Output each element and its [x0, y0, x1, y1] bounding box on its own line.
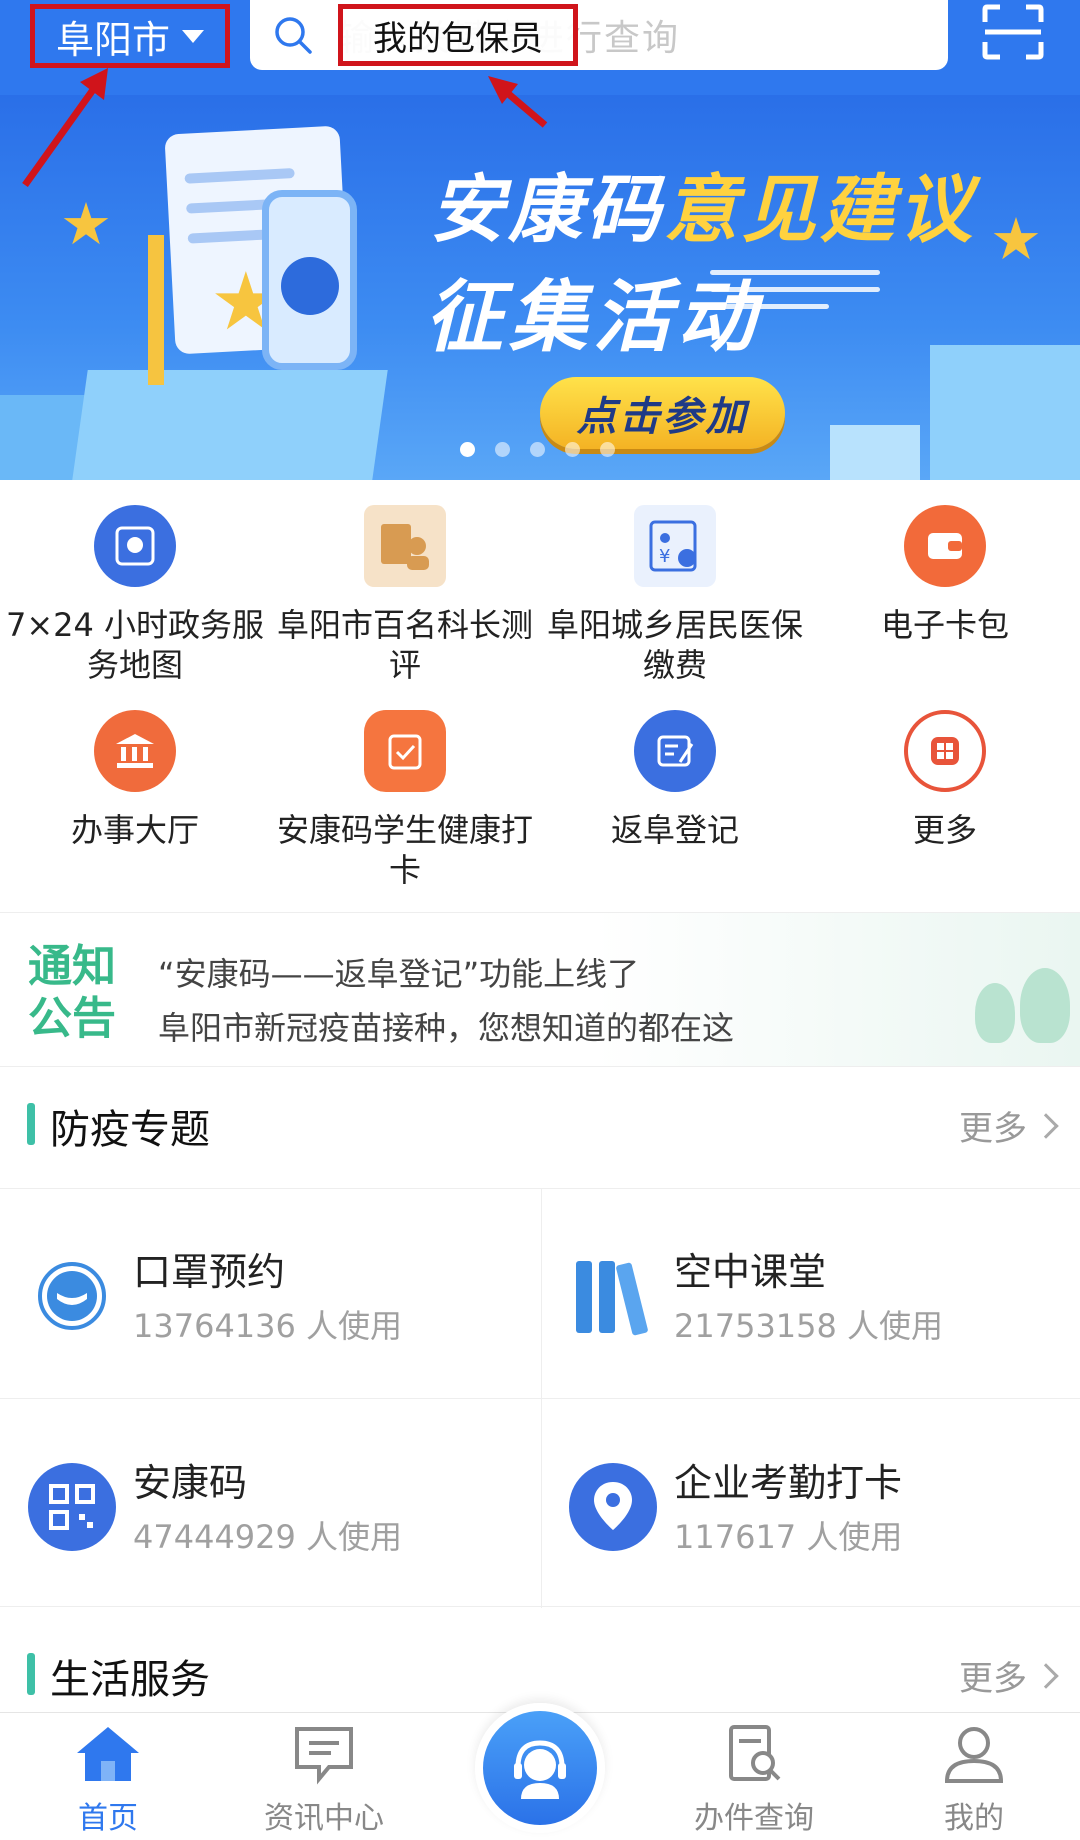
- card-attendance[interactable]: 企业考勤打卡 117617 人使用: [541, 1400, 1080, 1610]
- svg-text:¥: ¥: [659, 546, 670, 567]
- divider: [0, 1606, 1080, 1607]
- card-title: 空中课堂: [674, 1250, 827, 1294]
- card-title: 企业考勤打卡: [674, 1461, 903, 1505]
- home-icon: [77, 1727, 139, 1781]
- top-header: 阜阳市 输入关键字进行查询 我的包保员: [0, 0, 1080, 95]
- card-usage: 13764136 人使用: [133, 1307, 403, 1345]
- phone-illustration: [262, 190, 357, 370]
- pencil-illustration: [148, 235, 164, 385]
- promo-banner[interactable]: ★ ★ ★ 安康码意见建议 征集活动 点击参加: [0, 95, 1080, 480]
- card-title: 安康码: [133, 1461, 248, 1505]
- tree-decoration: [975, 983, 1015, 1043]
- service-item-evaluation[interactable]: 阜阳市百名科长测评: [270, 505, 540, 685]
- wallet-icon: [904, 505, 986, 587]
- service-label: 返阜登记: [610, 811, 739, 849]
- banner-decoration: [830, 425, 920, 480]
- banner-title: 安康码意见建议: [430, 167, 976, 253]
- message-icon: [295, 1727, 353, 1785]
- location-pin-icon: [569, 1463, 657, 1551]
- service-item-registration[interactable]: 返阜登记: [540, 710, 810, 850]
- star-icon: ★: [60, 190, 112, 258]
- service-label: 更多: [912, 811, 977, 849]
- city-selector[interactable]: 阜阳市: [30, 4, 230, 68]
- chevron-right-icon: [1033, 1662, 1059, 1689]
- service-label: 7×24 小时政务服务地图: [5, 606, 265, 684]
- notice-item[interactable]: 阜阳市新冠疫苗接种，您想知道的都在这: [158, 1003, 734, 1049]
- more-icon: [904, 710, 986, 792]
- scan-icon[interactable]: [982, 4, 1044, 60]
- tab-news[interactable]: 资讯中心: [234, 1723, 414, 1837]
- books-icon: [576, 1261, 648, 1336]
- card-mask-reservation[interactable]: 口罩预约 13764136 人使用: [0, 1189, 540, 1399]
- service-item-insurance[interactable]: ¥ 阜阳城乡居民医保缴费: [540, 505, 810, 685]
- service-label: 办事大厅: [70, 811, 199, 849]
- section-more-link[interactable]: 更多: [959, 1101, 1059, 1150]
- banner-cta-button[interactable]: 点击参加: [540, 377, 785, 449]
- section-accent-bar: [27, 1103, 35, 1145]
- notice-tag: 通知 公告: [28, 941, 116, 1044]
- banner-decoration: [930, 345, 1080, 480]
- service-label: 阜阳城乡居民医保缴费: [546, 606, 803, 684]
- banner-decoration: [72, 370, 388, 480]
- tab-label: 首页: [78, 1801, 138, 1836]
- divider: [0, 1398, 1080, 1399]
- registration-icon: [634, 710, 716, 792]
- health-checkin-icon: [364, 710, 446, 792]
- service-item-wallet[interactable]: 电子卡包: [810, 505, 1080, 645]
- hall-icon: [94, 710, 176, 792]
- card-ankang-code[interactable]: 安康码 47444929 人使用: [0, 1400, 540, 1610]
- tab-label: 我的: [944, 1801, 1004, 1836]
- service-grid: 7×24 小时政务服务地图 阜阳市百名科长测评 ¥ 阜阳城乡居民医保缴费 电子卡…: [0, 490, 1080, 910]
- card-air-classroom[interactable]: 空中课堂 21753158 人使用: [541, 1189, 1080, 1399]
- tab-profile[interactable]: 我的: [884, 1723, 1064, 1837]
- service-item-hall[interactable]: 办事大厅: [0, 710, 270, 850]
- carousel-indicator: [460, 442, 615, 457]
- notice-board[interactable]: 通知 公告 “安康码——返阜登记”功能上线了 阜阳市新冠疫苗接种，您想知道的都在…: [0, 912, 1080, 1067]
- card-usage: 117617 人使用: [674, 1518, 903, 1556]
- caret-down-icon: [182, 29, 204, 43]
- section-accent-bar: [27, 1653, 35, 1695]
- customer-service-button[interactable]: [475, 1703, 605, 1833]
- service-label: 阜阳市百名科长测评: [276, 606, 533, 684]
- card-usage: 21753158 人使用: [674, 1307, 944, 1345]
- service-item-more[interactable]: 更多: [810, 710, 1080, 850]
- tab-home[interactable]: 首页: [18, 1723, 198, 1837]
- city-label: 阜阳市: [55, 17, 170, 62]
- map-icon: [94, 505, 176, 587]
- star-icon: ★: [990, 205, 1042, 273]
- search-hint-highlight[interactable]: 我的包保员: [338, 4, 578, 66]
- section-more-link[interactable]: 更多: [959, 1651, 1059, 1700]
- service-label: 安康码学生健康打卡: [276, 811, 533, 889]
- document-search-icon: [729, 1725, 781, 1781]
- qr-code-icon: [28, 1463, 116, 1551]
- qr-badge-icon: [281, 257, 339, 315]
- headset-icon: [514, 1740, 566, 1799]
- service-item-map[interactable]: 7×24 小时政务服务地图: [0, 505, 270, 685]
- search-icon: [275, 17, 312, 54]
- tree-decoration: [1020, 968, 1070, 1043]
- notice-item[interactable]: “安康码——返阜登记”功能上线了: [158, 949, 639, 995]
- section-title: 防疫专题: [50, 1107, 210, 1153]
- section-title: 生活服务: [50, 1657, 210, 1703]
- banner-speed-lines: [710, 270, 880, 321]
- service-label: 电子卡包: [880, 606, 1009, 644]
- tab-case-query[interactable]: 办件查询: [664, 1723, 844, 1837]
- service-item-health-checkin[interactable]: 安康码学生健康打卡: [270, 710, 540, 890]
- card-title: 口罩预约: [133, 1250, 286, 1294]
- evaluation-icon: [364, 505, 446, 587]
- card-usage: 47444929 人使用: [133, 1518, 403, 1556]
- user-icon: [944, 1727, 1004, 1783]
- section-header-epidemic: 防疫专题 更多: [0, 1075, 1080, 1170]
- tab-label: 资讯中心: [264, 1801, 384, 1836]
- tab-label: 办件查询: [694, 1801, 814, 1836]
- medical-insurance-icon: ¥: [634, 505, 716, 587]
- chevron-right-icon: [1033, 1112, 1059, 1139]
- mask-icon: [38, 1262, 106, 1330]
